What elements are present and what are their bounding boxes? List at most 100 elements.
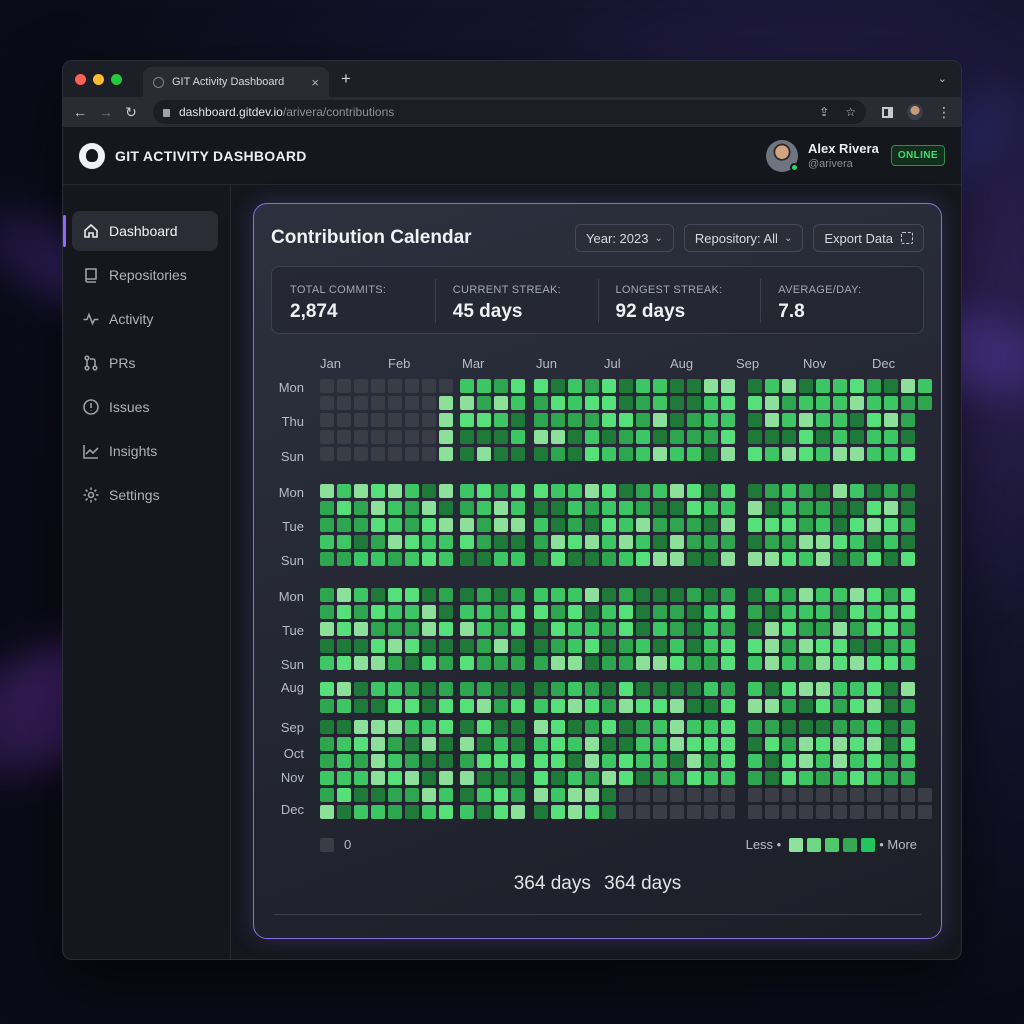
contribution-cell[interactable] [602,430,616,444]
contribution-cell[interactable] [551,720,565,734]
contribution-cell[interactable] [748,484,762,498]
contribution-cell[interactable] [867,737,881,751]
contribution-cell[interactable] [833,413,847,427]
contribution-cell[interactable] [585,518,599,532]
contribution-cell[interactable] [320,518,334,532]
contribution-cell[interactable] [477,622,491,636]
contribution-cell[interactable] [816,535,830,549]
contribution-cell[interactable] [704,535,718,549]
contribution-cell[interactable] [477,413,491,427]
contribution-cell[interactable] [816,771,830,785]
contribution-cell[interactable] [850,552,864,566]
contribution-cell[interactable] [337,535,351,549]
contribution-cell[interactable] [867,588,881,602]
contribution-cell[interactable] [816,396,830,410]
contribution-cell[interactable] [704,639,718,653]
minimize-window-button[interactable] [93,73,104,85]
contribution-cell[interactable] [687,771,701,785]
avatar[interactable] [765,139,799,172]
contribution-cell[interactable] [511,379,525,393]
contribution-cell[interactable] [748,682,762,696]
contribution-cell[interactable] [460,501,474,515]
contribution-cell[interactable] [653,379,667,393]
contribution-cell[interactable] [670,788,684,802]
contribution-cell[interactable] [551,805,565,819]
contribution-cell[interactable] [477,639,491,653]
contribution-cell[interactable] [494,396,508,410]
contribution-cell[interactable] [653,737,667,751]
share-icon[interactable]: ⇪ [819,105,829,119]
contribution-cell[interactable] [619,501,633,515]
contribution-cell[interactable] [816,656,830,670]
contribution-cell[interactable] [337,737,351,751]
contribution-cell[interactable] [477,588,491,602]
contribution-cell[interactable] [568,737,582,751]
contribution-cell[interactable] [765,518,779,532]
contribution-cell[interactable] [765,682,779,696]
contribution-cell[interactable] [799,552,813,566]
contribution-cell[interactable] [704,552,718,566]
contribution-cell[interactable] [653,805,667,819]
url-field[interactable]: dashboard.gitdev.io/arivera/contribution… [153,100,866,124]
contribution-cell[interactable] [799,447,813,461]
contribution-cell[interactable] [405,656,419,670]
contribution-cell[interactable] [585,805,599,819]
contribution-cell[interactable] [439,699,453,713]
contribution-cell[interactable] [354,379,368,393]
contribution-cell[interactable] [670,754,684,768]
contribution-cell[interactable] [799,605,813,619]
contribution-cell[interactable] [619,639,633,653]
contribution-cell[interactable] [799,396,813,410]
sidebar-item-repositories[interactable]: Repositories [72,255,218,295]
contribution-cell[interactable] [901,535,915,549]
contribution-cell[interactable] [337,699,351,713]
contribution-cell[interactable] [782,605,796,619]
contribution-cell[interactable] [653,605,667,619]
contribution-cell[interactable] [354,622,368,636]
contribution-cell[interactable] [748,518,762,532]
contribution-cell[interactable] [494,447,508,461]
contribution-cell[interactable] [867,430,881,444]
contribution-cell[interactable] [816,737,830,751]
contribution-cell[interactable] [602,396,616,410]
contribution-cell[interactable] [782,588,796,602]
contribution-cell[interactable] [568,605,582,619]
contribution-cell[interactable] [884,754,898,768]
contribution-cell[interactable] [901,484,915,498]
contribution-cell[interactable] [670,501,684,515]
contribution-cell[interactable] [551,518,565,532]
contribution-cell[interactable] [636,788,650,802]
contribution-cell[interactable] [833,588,847,602]
contribution-cell[interactable] [551,396,565,410]
contribution-cell[interactable] [748,754,762,768]
contribution-cell[interactable] [850,379,864,393]
contribution-cell[interactable] [371,535,385,549]
contribution-cell[interactable] [477,430,491,444]
contribution-cell[interactable] [534,805,548,819]
contribution-cell[interactable] [867,622,881,636]
contribution-cell[interactable] [833,805,847,819]
export-data-button[interactable]: Export Data [813,224,924,252]
contribution-cell[interactable] [782,639,796,653]
contribution-cell[interactable] [388,588,402,602]
contribution-cell[interactable] [782,788,796,802]
contribution-cell[interactable] [653,754,667,768]
contribution-cell[interactable] [371,518,385,532]
contribution-cell[interactable] [354,656,368,670]
contribution-cell[interactable] [354,518,368,532]
contribution-cell[interactable] [320,754,334,768]
sidebar-item-settings[interactable]: Settings [72,475,218,515]
contribution-cell[interactable] [653,396,667,410]
contribution-cell[interactable] [670,682,684,696]
contribution-cell[interactable] [636,396,650,410]
contribution-cell[interactable] [354,788,368,802]
contribution-cell[interactable] [371,805,385,819]
contribution-cell[interactable] [568,379,582,393]
contribution-cell[interactable] [816,552,830,566]
contribution-cell[interactable] [388,379,402,393]
contribution-cell[interactable] [568,396,582,410]
contribution-cell[interactable] [619,430,633,444]
contribution-cell[interactable] [687,379,701,393]
contribution-cell[interactable] [320,699,334,713]
contribution-cell[interactable] [884,447,898,461]
